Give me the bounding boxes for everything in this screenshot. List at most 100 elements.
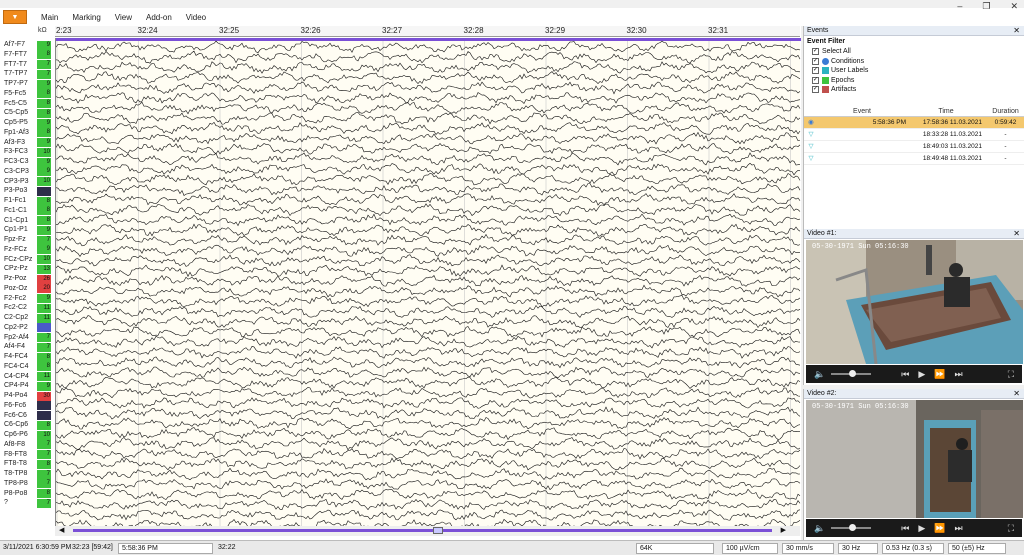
video-2-frame[interactable]: 05-30-1971 Sun 05:16:30 — [806, 400, 1023, 518]
channel-row[interactable]: Pz-Poz 26 — [0, 274, 52, 284]
app-menu-button[interactable]: ▼ — [3, 10, 27, 24]
col-time-header[interactable]: Time — [910, 106, 986, 116]
volume-slider[interactable] — [831, 370, 872, 377]
time-ruler[interactable]: 2:23 32:24 32:25 32:26 32:27 32:28 32:29 32:30 3… — [55, 26, 800, 37]
channel-row[interactable]: CP4-P4 9 — [0, 381, 52, 391]
skip-end-icon[interactable]: ⏭ — [954, 369, 962, 380]
channel-row[interactable]: Fpz-Fz 7 — [0, 235, 52, 245]
channel-row[interactable]: CP3-P3 10 — [0, 177, 52, 187]
event-row[interactable]: ▽ 18:33:28 11.03.2021 - — [804, 129, 1024, 141]
col-event-header[interactable]: Event — [818, 106, 910, 116]
channel-row[interactable]: T7-TP7 7 — [0, 69, 52, 79]
channel-row[interactable]: Af8-F8 7 — [0, 440, 52, 450]
scroll-track[interactable] — [73, 529, 772, 532]
filter-row[interactable]: ✓ Artifacts — [804, 85, 1024, 95]
rewind-icon[interactable]: ⏮ — [901, 369, 909, 380]
channel-row[interactable]: FT8-T8 8 — [0, 459, 52, 469]
eeg-trace-area[interactable] — [55, 38, 801, 534]
fast-forward-icon[interactable]: ⏩ — [934, 369, 945, 380]
volume-slider[interactable] — [831, 524, 872, 531]
volume-icon[interactable]: 🔈 — [814, 369, 825, 380]
filter-checkbox[interactable]: ✓ — [812, 57, 819, 65]
channel-row[interactable]: Poz-Oz 20 — [0, 284, 52, 294]
channel-row[interactable]: F5-Fc5 8 — [0, 89, 52, 99]
filter-checkbox[interactable]: ✓ — [812, 76, 819, 84]
rewind-icon[interactable]: ⏮ — [901, 523, 909, 534]
channel-row[interactable]: Cp6-P6 10 — [0, 430, 52, 440]
channel-row[interactable]: P3-Po3 — [0, 186, 52, 196]
scroll-left-icon[interactable]: ◀ — [59, 526, 64, 534]
filter-row[interactable]: ✓ Epochs — [804, 76, 1024, 86]
channel-row[interactable]: F7-FT7 8 — [0, 50, 52, 60]
event-row[interactable]: ▽ 18:49:48 11.03.2021 - — [804, 153, 1024, 165]
channel-row[interactable]: F1-Fc1 8 — [0, 196, 52, 206]
channel-row[interactable]: TP7-P7 9 — [0, 79, 52, 89]
filter-row[interactable]: ✓ Conditions — [804, 57, 1024, 67]
channel-row[interactable]: F3-FC3 10 — [0, 147, 52, 157]
channel-row[interactable]: F4-FC4 8 — [0, 352, 52, 362]
channel-row[interactable]: FC4-C4 8 — [0, 362, 52, 372]
channel-row[interactable]: ? 7 — [0, 498, 52, 508]
play-icon[interactable]: ▶ — [918, 369, 925, 380]
channel-row[interactable]: Fc2-C2 11 — [0, 303, 52, 313]
lf-filter-selector[interactable]: 0.53 Hz (0.3 s) — [882, 543, 944, 554]
filter-row[interactable]: ✓ Select All — [804, 47, 1024, 57]
play-icon[interactable]: ▶ — [918, 523, 925, 534]
close-button[interactable]: ✕ — [1010, 1, 1018, 12]
channel-row[interactable]: CPz-Pz 13 — [0, 264, 52, 274]
channel-row[interactable]: TP8-P8 7 — [0, 479, 52, 489]
close-icon[interactable]: ✕ — [1013, 389, 1020, 399]
volume-icon[interactable]: 🔈 — [814, 523, 825, 534]
channel-row[interactable]: C2-Cp2 11 — [0, 313, 52, 323]
channel-row[interactable]: C4-CP4 11 — [0, 372, 52, 382]
filter-row[interactable]: ✓ User Labels — [804, 66, 1024, 76]
event-row[interactable]: ◉ 5:58:36 PM 17:58:36 11.03.2021 0:59:42 — [804, 117, 1024, 129]
menu-view[interactable]: View — [115, 13, 132, 22]
minimize-button[interactable]: – — [957, 1, 962, 12]
close-icon[interactable]: ✕ — [1013, 26, 1020, 36]
channel-row[interactable]: Cp1-P1 9 — [0, 225, 52, 235]
channel-row[interactable]: F2-Fc2 9 — [0, 294, 52, 304]
skip-end-icon[interactable]: ⏭ — [954, 523, 962, 534]
channel-row[interactable]: C5-Cp5 8 — [0, 108, 52, 118]
channel-row[interactable]: FCz-CPz 10 — [0, 255, 52, 265]
fullscreen-icon[interactable]: ⛶ — [1008, 523, 1014, 534]
channel-row[interactable]: Fp1-Af3 8 — [0, 128, 52, 138]
channel-row[interactable]: F6-Fc6 — [0, 401, 52, 411]
volume-knob[interactable] — [849, 370, 857, 377]
event-row[interactable]: ▽ 18:49:03 11.03.2021 - — [804, 141, 1024, 153]
maximize-button[interactable]: ❐ — [982, 1, 990, 12]
channel-row[interactable]: FT7-T7 7 — [0, 60, 52, 70]
menu-marking[interactable]: Marking — [72, 13, 100, 22]
menu-addon[interactable]: Add-on — [146, 13, 172, 22]
speed-selector[interactable]: 30 mm/s — [782, 543, 834, 554]
channel-row[interactable]: C6-Cp6 8 — [0, 420, 52, 430]
fullscreen-icon[interactable]: ⛶ — [1008, 369, 1014, 380]
channel-row[interactable]: P8-Po8 8 — [0, 489, 52, 499]
channel-row[interactable]: C3-CP3 9 — [0, 167, 52, 177]
menu-main[interactable]: Main — [41, 13, 58, 22]
channel-row[interactable]: Af4-F4 7 — [0, 342, 52, 352]
channel-row[interactable]: Cp2-P2 — [0, 323, 52, 333]
channel-row[interactable]: C1-Cp1 8 — [0, 216, 52, 226]
channel-row[interactable]: Fz-FCz 9 — [0, 245, 52, 255]
horizontal-scrollbar[interactable]: ◀ ▶ — [55, 526, 800, 536]
channel-row[interactable]: FC3-C3 9 — [0, 157, 52, 167]
sensitivity-selector[interactable]: 100 µV/cm — [722, 543, 778, 554]
channel-row[interactable]: Cp5-P5 9 — [0, 118, 52, 128]
scroll-right-icon[interactable]: ▶ — [781, 526, 786, 534]
fast-forward-icon[interactable]: ⏩ — [934, 523, 945, 534]
channel-row[interactable]: Fc1-C1 8 — [0, 206, 52, 216]
notch-filter-selector[interactable]: 50 (±5) Hz — [948, 543, 1006, 554]
channel-row[interactable]: T8-TP8 7 — [0, 469, 52, 479]
close-icon[interactable]: ✕ — [1013, 229, 1020, 239]
samples-selector[interactable]: 64K — [636, 543, 714, 554]
channel-row[interactable]: Af7-F7 9 — [0, 40, 52, 50]
event-selector[interactable]: 5:58:36 PM — [118, 543, 213, 554]
hf-filter-selector[interactable]: 30 Hz — [838, 543, 878, 554]
channel-row[interactable]: Fc6-C6 — [0, 411, 52, 421]
channel-row[interactable]: P4-Po4 30 — [0, 391, 52, 401]
filter-checkbox[interactable]: ✓ — [812, 67, 819, 75]
menu-video[interactable]: Video — [186, 13, 206, 22]
filter-checkbox[interactable]: ✓ — [812, 86, 819, 94]
